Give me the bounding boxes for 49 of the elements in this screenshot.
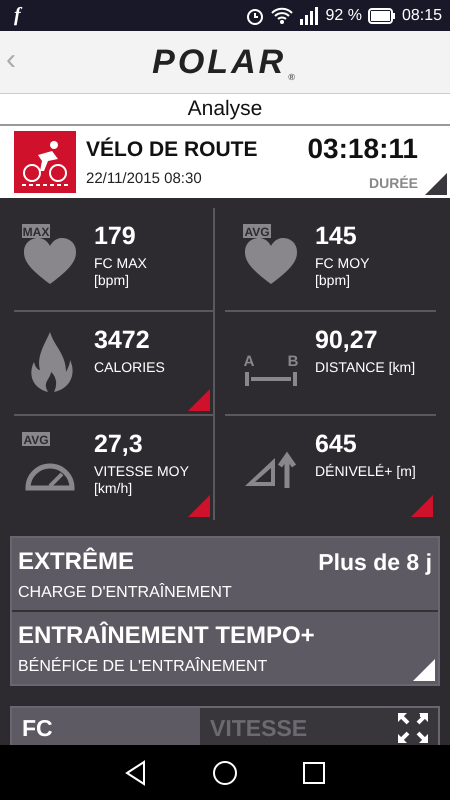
metric-unit: [bpm] <box>94 272 130 289</box>
metric-label: FC MAX <box>94 255 147 272</box>
training-value: Plus de 8 j <box>318 548 432 576</box>
back-nav-icon[interactable] <box>124 760 148 786</box>
clock: 08:15 <box>402 6 442 24</box>
expand-corner-icon[interactable] <box>425 173 447 195</box>
metric-value: 3472 <box>94 326 151 355</box>
expand-corner-icon[interactable] <box>413 659 435 681</box>
metric-label: VITESSE MOY <box>94 463 189 480</box>
metric-tile[interactable]: AVG 27,3 VITESSE MOY [km/h] <box>14 416 215 520</box>
training-card[interactable]: ENTRAÎNEMENT TEMPO+ BÉNÉFICE DE L'ENTRAÎNEMENT <box>12 610 438 684</box>
registered-mark: ® <box>288 72 298 82</box>
app-notification-icon: f <box>14 4 21 27</box>
metric-label: DISTANCE [km] <box>315 359 416 376</box>
recents-nav-icon[interactable] <box>302 760 326 784</box>
metric-value: 27,3 <box>94 430 144 459</box>
signal-icon <box>299 6 320 24</box>
battery-percent: 92 % <box>325 6 362 24</box>
metric-value: 145 <box>315 222 358 251</box>
metric-label: CALORIES <box>94 359 165 376</box>
training-subtitle: CHARGE D'ENTRAÎNEMENT <box>18 584 232 602</box>
chart-tab[interactable]: FC <box>12 708 200 748</box>
metric-tile[interactable]: MAX 179 FC MAX [bpm] <box>14 208 215 312</box>
metric-unit: [bpm] <box>315 272 352 289</box>
session-date: 22/11/2015 08:30 <box>86 170 203 186</box>
home-nav-icon[interactable] <box>212 760 238 786</box>
metric-tile[interactable]: AVG 145 FC MOY [bpm] <box>225 208 436 312</box>
page-title: Analyse <box>0 94 450 126</box>
duration-value: 03:18:11 <box>307 133 418 165</box>
battery-icon <box>368 8 396 24</box>
wifi-icon <box>271 6 294 24</box>
metric-label: FC MOY <box>315 255 370 272</box>
training-title: EXTRÊME <box>18 548 134 576</box>
metric-tile[interactable]: 3472 CALORIES <box>14 312 215 416</box>
fullscreen-icon[interactable] <box>396 711 430 745</box>
metric-unit: [km/h] <box>94 480 134 497</box>
training-title: ENTRAÎNEMENT TEMPO+ <box>18 622 315 650</box>
activity-card[interactable]: VÉLO DE ROUTE 22/11/2015 08:30 03:18:11 DURÉE <box>0 126 450 198</box>
duration-label: DURÉE <box>368 175 418 191</box>
metric-tile[interactable]: 645 DÉNIVELÉ+ [m] <box>225 416 436 520</box>
metric-value: 179 <box>94 222 137 251</box>
metric-value: 645 <box>315 430 358 459</box>
sport-name: VÉLO DE ROUTE <box>86 138 259 162</box>
metric-tile[interactable]: A B 90,27 DISTANCE [km] <box>225 312 436 416</box>
logo: POLAR <box>152 42 286 82</box>
training-card[interactable]: EXTRÊME Plus de 8 j CHARGE D'ENTRAÎNEMENT <box>12 538 438 610</box>
metric-label: DÉNIVELÉ+ [m] <box>315 463 416 480</box>
training-subtitle: BÉNÉFICE DE L'ENTRAÎNEMENT <box>18 658 268 676</box>
metric-value: 90,27 <box>315 326 379 355</box>
